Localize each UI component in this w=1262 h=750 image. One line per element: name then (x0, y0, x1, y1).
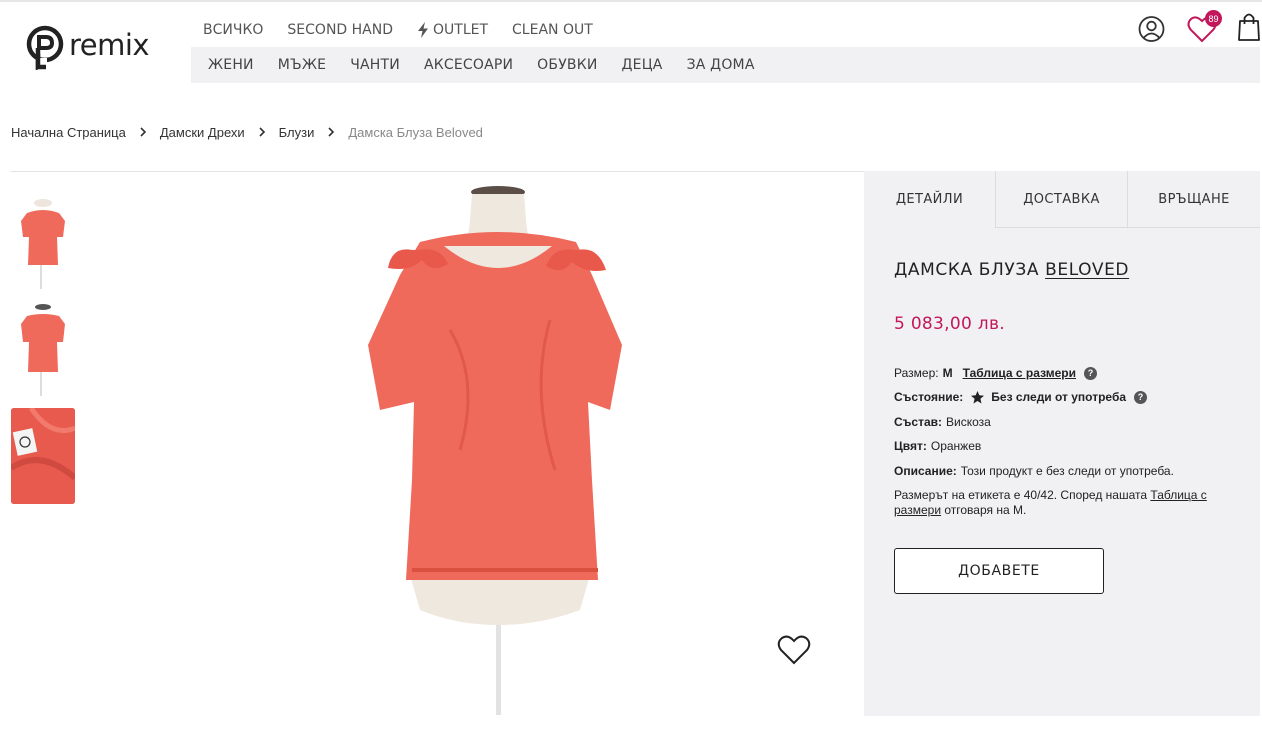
category-shoes[interactable]: ОБУВКИ (537, 57, 597, 73)
category-bags[interactable]: ЧАНТИ (350, 57, 400, 73)
description-label: Описание: (894, 464, 957, 478)
tab-details[interactable]: ДЕТАЙЛИ (864, 171, 996, 228)
condition-help-icon[interactable]: ? (1134, 390, 1148, 404)
category-kids[interactable]: ДЕЦА (622, 57, 663, 73)
thumbnail-label-closeup[interactable] (11, 408, 75, 504)
thumbnail-front-image (21, 199, 65, 289)
size-row: Размер: M Таблица с размери ? (894, 366, 1098, 380)
color-value: Оранжев (930, 439, 982, 453)
category-women[interactable]: ЖЕНИ (208, 57, 254, 73)
description-value: Този продукт е без следи от употреба. (960, 464, 1174, 478)
remix-logo[interactable]: remix (25, 24, 150, 70)
composition-label: Състав: (894, 415, 943, 429)
top-nav: ВСИЧКО SECOND HAND OUTLET CLEAN OUT (203, 19, 617, 41)
product-title-prefix: ДАМСКА БЛУЗА (894, 260, 1040, 280)
add-to-wishlist-heart-icon[interactable] (777, 634, 811, 666)
nav-clean-out-label: CLEAN OUT (512, 22, 593, 38)
product-title: ДАМСКА БЛУЗА BELOVED (894, 260, 1129, 280)
chevron-right-icon (140, 127, 147, 137)
content-divider (11, 171, 864, 172)
product-brand-link[interactable]: BELOVED (1045, 260, 1129, 280)
color-row: Цвят: Оранжев (894, 439, 981, 453)
shopping-bag-icon[interactable] (1238, 12, 1260, 42)
nav-outlet-label: OUTLET (433, 22, 489, 38)
lightning-icon (418, 22, 429, 38)
thumbnail-front[interactable] (11, 193, 75, 289)
category-home[interactable]: ЗА ДОМА (687, 57, 755, 73)
thumbnail-back-image (21, 304, 65, 396)
logo-text: remix (69, 28, 150, 62)
breadcrumb-womens-clothing[interactable]: Дамски Дрехи (160, 125, 245, 140)
size-note-suffix: отговаря на М. (944, 503, 1027, 517)
main-product-image[interactable] (340, 180, 660, 715)
thumbnail-back[interactable] (11, 300, 75, 396)
size-help-icon[interactable]: ? (1084, 366, 1098, 380)
composition-row: Състав: Вискоза (894, 415, 991, 429)
remix-logo-icon (26, 25, 64, 70)
size-note-prefix: Размерът на етикета е 40/42. Според наша… (894, 488, 1148, 502)
product-price: 5 083,00 лв. (894, 314, 1005, 334)
description-row: Описание: Този продукт е без следи от уп… (894, 464, 1174, 478)
chevron-right-icon (328, 127, 335, 137)
condition-row: Състояние: Без следи от употреба ? (894, 390, 1148, 404)
nav-second-hand-label: SECOND HAND (287, 22, 394, 38)
category-men[interactable]: МЪЖЕ (278, 57, 326, 73)
breadcrumb-home[interactable]: Начална Страница (11, 125, 126, 140)
breadcrumb-current: Дамска Блуза Beloved (348, 124, 483, 140)
chevron-right-icon (259, 127, 265, 137)
add-to-cart-button[interactable]: ДОБАВЕТЕ (894, 548, 1104, 594)
tab-delivery[interactable]: ДОСТАВКА (996, 171, 1128, 228)
detail-tabs: ДЕТАЙЛИ ДОСТАВКА ВРЪЩАНЕ (864, 171, 1260, 228)
size-note: Размерът на етикета е 40/42. Според наша… (894, 488, 1239, 518)
nav-second-hand[interactable]: SECOND HAND (287, 22, 393, 38)
category-accessories[interactable]: АКСЕСОАРИ (424, 57, 513, 73)
nav-all[interactable]: ВСИЧКО (203, 22, 263, 38)
size-value: M (942, 366, 953, 380)
nav-outlet[interactable]: OUTLET (417, 22, 488, 38)
condition-label: Състояние: (894, 390, 964, 404)
size-chart-link[interactable]: Таблица с размери (963, 366, 1076, 380)
size-label: Размер: (894, 366, 939, 380)
condition-value: Без следи от употреба (991, 390, 1127, 404)
top-border (0, 0, 1262, 2)
star-icon (971, 390, 985, 403)
user-icon[interactable] (1138, 15, 1165, 43)
breadcrumb: Начална Страница Дамски Дрехи Блузи Дамс… (11, 123, 483, 141)
tab-returns[interactable]: ВРЪЩАНЕ (1128, 171, 1260, 228)
color-label: Цвят: (894, 439, 927, 453)
product-details-panel: ДЕТАЙЛИ ДОСТАВКА ВРЪЩАНЕ ДАМСКА БЛУЗА BE… (864, 171, 1260, 716)
thumbnail-label-image (11, 408, 75, 504)
breadcrumb-blouses[interactable]: Блузи (279, 125, 315, 140)
nav-clean-out[interactable]: CLEAN OUT (512, 22, 593, 38)
nav-all-label: ВСИЧКО (203, 22, 264, 38)
composition-value: Вискоза (946, 415, 991, 429)
category-bar: ЖЕНИ МЪЖЕ ЧАНТИ АКСЕСОАРИ ОБУВКИ ДЕЦА ЗА… (191, 47, 1260, 83)
wishlist-count-badge: 89 (1205, 10, 1222, 27)
